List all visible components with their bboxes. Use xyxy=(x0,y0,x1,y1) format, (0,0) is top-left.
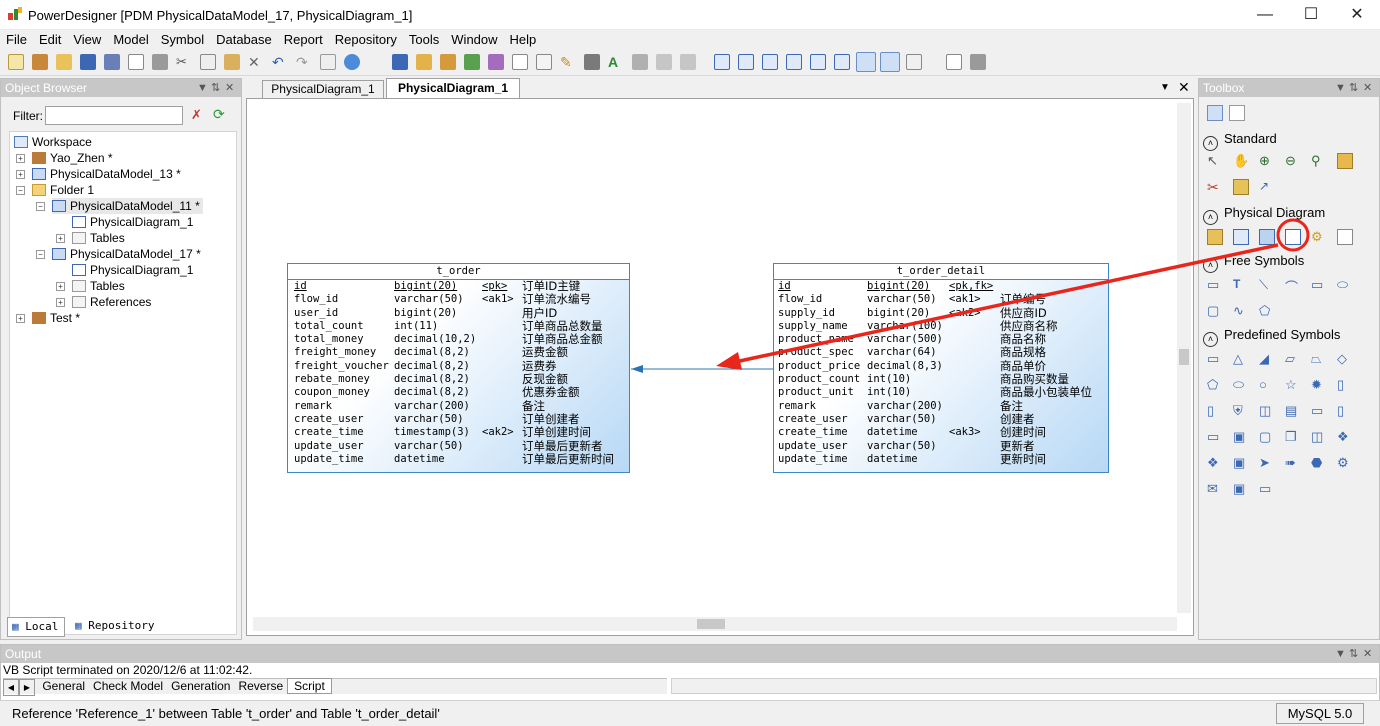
output-message: VB Script terminated on 2020/12/6 at 11:… xyxy=(3,663,253,677)
output-tabs: ◀ ▶ General Check Model Generation Reverse Sc… xyxy=(3,678,667,696)
tab-check-model[interactable]: Check Model xyxy=(89,679,167,693)
scroll-left-icon[interactable]: ◀ xyxy=(3,679,19,696)
panel-close-icon[interactable]: ✕ xyxy=(1363,645,1372,663)
output-header: Output ▼ ⇅ ✕ xyxy=(1,645,1379,663)
scroll-right-icon[interactable]: ▶ xyxy=(19,679,35,696)
status-bar: Reference 'Reference_1' between Table 't… xyxy=(0,700,1380,726)
output-scrollbar[interactable] xyxy=(671,678,1377,694)
panel-dropdown-icon[interactable]: ▼ xyxy=(1335,645,1346,663)
output-title: Output xyxy=(5,647,42,661)
tab-reverse[interactable]: Reverse xyxy=(234,679,287,693)
annotation-arrow-line xyxy=(734,243,1279,364)
annotation-arrowhead xyxy=(716,352,742,370)
tab-generation[interactable]: Generation xyxy=(167,679,234,693)
tab-script[interactable]: Script xyxy=(287,678,332,694)
status-message: Reference 'Reference_1' between Table 't… xyxy=(12,706,440,721)
dbms-indicator: MySQL 5.0 xyxy=(1276,703,1364,724)
highlight-circle xyxy=(1276,218,1310,252)
annotation-layer xyxy=(716,218,1310,370)
pin-icon[interactable]: ⇅ xyxy=(1349,645,1358,663)
output-panel: Output ▼ ⇅ ✕ VB Script terminated on 202… xyxy=(0,644,1380,702)
tab-general[interactable]: General xyxy=(38,679,89,693)
